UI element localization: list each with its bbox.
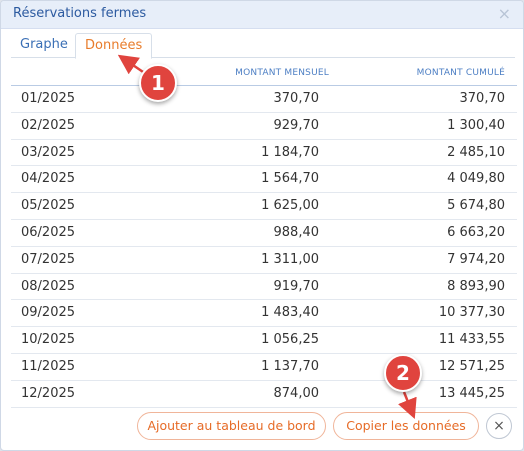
dialog-titlebar: Réservations fermes ×: [1, 1, 523, 29]
add-to-dashboard-button[interactable]: Ajouter au tableau de bord: [137, 412, 326, 440]
table-row: 10/2025 1 056,25 11 433,55: [11, 327, 517, 354]
cell-monthly-amount: 370,70: [273, 91, 320, 106]
callout-badge-1: 1: [139, 64, 177, 102]
reservations-dialog: Réservations fermes × Graphe Données MON…: [0, 0, 524, 451]
cell-month: 12/2025: [21, 385, 76, 401]
table-row: 09/2025 1 483,40 10 377,30: [11, 300, 517, 328]
cell-cumulative-amount: 370,70: [459, 91, 506, 106]
table-row: 07/2025 1 311,00 7 974,20: [11, 247, 517, 274]
table-row: 06/2025 988,40 6 663,20: [11, 220, 517, 247]
column-header-monthly-amount: MONTANT MENSUEL: [235, 68, 329, 78]
dialog-title: Réservations fermes: [13, 6, 147, 21]
cell-cumulative-amount: 2 485,10: [447, 144, 505, 160]
cell-monthly-amount: 919,70: [273, 278, 320, 294]
cell-monthly-amount: 1 564,70: [261, 171, 319, 187]
cell-month: 04/2025: [21, 171, 76, 187]
tab-graphe[interactable]: Graphe: [11, 33, 77, 56]
cell-monthly-amount: 1 056,25: [261, 332, 319, 348]
cell-cumulative-amount: 8 893,90: [447, 278, 505, 294]
cell-month: 05/2025: [21, 198, 76, 214]
cell-month: 02/2025: [21, 117, 76, 133]
table-row: 03/2025 1 184,70 2 485,10: [11, 140, 517, 167]
cell-cumulative-amount: 13 445,25: [438, 385, 505, 401]
cell-cumulative-amount: 10 377,30: [438, 305, 505, 321]
cell-cumulative-amount: 12 571,25: [438, 358, 505, 374]
cell-cumulative-amount: 6 663,20: [447, 224, 505, 240]
cell-cumulative-amount: 1 300,40: [447, 117, 505, 133]
table-row: 04/2025 1 564,70 4 049,80: [11, 166, 517, 194]
cell-monthly-amount: 1 184,70: [261, 144, 319, 160]
cell-month: 01/2025: [21, 91, 76, 106]
column-header-cumulative-amount: MONTANT CUMULÉ: [416, 68, 505, 78]
cell-monthly-amount: 1 311,00: [261, 251, 319, 267]
table-row: 01/2025 370,70 370,70: [11, 86, 517, 113]
cell-monthly-amount: 1 625,00: [261, 198, 319, 214]
table-row: 11/2025 1 137,70 12 571,25: [11, 354, 517, 381]
table-row: 02/2025 929,70 1 300,40: [11, 113, 517, 140]
cell-month: 08/2025: [21, 278, 76, 294]
tab-donnees[interactable]: Données: [75, 33, 153, 59]
dialog-close-icon[interactable]: ×: [498, 4, 511, 23]
table-body: 01/2025 370,70 370,70 02/2025 929,70 1 300,40…: [11, 86, 517, 408]
cell-monthly-amount: 1 483,40: [261, 305, 319, 321]
close-button[interactable]: ×: [486, 413, 512, 439]
cell-monthly-amount: 988,40: [273, 224, 320, 240]
cell-month: 07/2025: [21, 251, 76, 267]
cell-monthly-amount: 929,70: [273, 117, 320, 133]
callout-badge-2: 2: [384, 354, 422, 392]
cell-month: 11/2025: [21, 358, 76, 374]
cell-month: 09/2025: [21, 305, 76, 321]
cell-month: 06/2025: [21, 224, 76, 240]
data-table: MONTANT MENSUEL MONTANT CUMULÉ 01/2025 37…: [11, 58, 517, 408]
tab-bar: Graphe Données: [11, 33, 515, 59]
table-row: 12/2025 874,00 13 445,25: [11, 381, 517, 408]
cell-cumulative-amount: 7 974,20: [447, 251, 505, 267]
table-row: 05/2025 1 625,00 5 674,80: [11, 193, 517, 220]
cell-cumulative-amount: 5 674,80: [447, 198, 505, 214]
cell-monthly-amount: 1 137,70: [261, 358, 319, 374]
cell-monthly-amount: 874,00: [273, 385, 320, 401]
table-header: MONTANT MENSUEL MONTANT CUMULÉ: [11, 58, 517, 86]
cell-month: 10/2025: [21, 332, 76, 348]
cell-cumulative-amount: 11 433,55: [438, 332, 505, 348]
cell-month: 03/2025: [21, 144, 76, 160]
copy-data-button[interactable]: Copier les données: [333, 412, 479, 440]
table-row: 08/2025 919,70 8 893,90: [11, 274, 517, 301]
cell-cumulative-amount: 4 049,80: [447, 171, 505, 187]
